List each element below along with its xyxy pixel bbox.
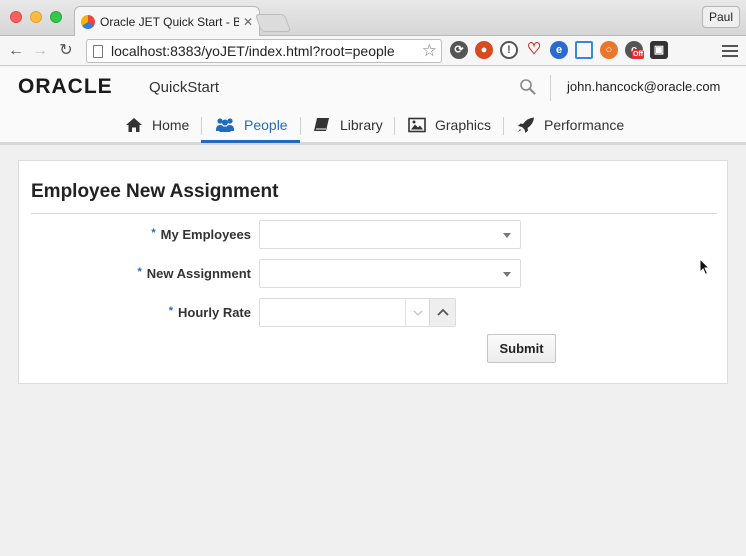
nav-performance-label: Performance [544,117,625,133]
required-marker: * [151,227,156,239]
nav-separator [300,117,301,135]
e-icon[interactable]: e [550,41,568,59]
chevron-down-icon[interactable] [503,272,511,277]
my-employees-label: * My Employees [151,227,251,242]
minimize-window-button[interactable] [30,11,42,23]
mouse-cursor-icon [699,258,711,276]
tab-close-icon[interactable]: ✕ [243,15,253,29]
required-marker: * [168,305,174,317]
nav-home-label: Home [152,117,190,133]
browser-toolbar: ← → ↻ localhost:8383/yoJET/index.html?ro… [0,36,746,66]
window-icon[interactable] [575,41,593,59]
profile-button[interactable]: Paul [701,6,740,28]
new-assignment-label-text: New Assignment [146,266,251,281]
nav-graphics[interactable]: Graphics [408,109,491,141]
cookie-off-badge: Off [632,50,645,59]
my-employees-label-text: My Employees [160,227,251,242]
browser-menu-icon[interactable] [722,42,738,58]
address-bar[interactable]: localhost:8383/yoJET/index.html?root=peo… [86,39,442,63]
header-divider [550,75,551,101]
reload-icon[interactable]: ↻ [56,41,76,61]
window-controls [10,11,62,23]
page-icon [93,44,103,58]
close-window-button[interactable] [10,11,22,23]
app-header: ORACLE QuickStart john.hancock@oracle.co… [0,67,746,145]
browser-tab[interactable]: Oracle JET Quick Start - Ba ✕ [74,6,260,36]
image-icon [408,117,426,133]
cookie-icon[interactable]: cOff [625,41,645,59]
book-icon [314,118,329,131]
title-divider [31,213,717,214]
people-icon [216,117,234,132]
browser-titlebar: Oracle JET Quick Start - Ba ✕ Paul [0,0,746,36]
hourly-rate-label-text: Hourly Rate [178,305,251,320]
search-icon[interactable] [519,78,537,96]
new-assignment-label: * New Assignment [137,266,251,281]
app-name: QuickStart [149,79,220,96]
chevron-down-icon [413,310,423,317]
bookmark-star-icon[interactable]: ☆ [422,41,437,61]
user-menu[interactable]: john.hancock@oracle.com [567,79,720,94]
nav-separator [394,117,395,135]
form-title: Employee New Assignment [31,181,279,202]
nav-performance[interactable]: Performance [517,109,624,141]
chevron-down-icon[interactable] [503,233,511,238]
zoom-window-button[interactable] [50,11,62,23]
new-tab-button[interactable] [254,14,292,32]
ublock-icon[interactable]: ● [475,41,493,59]
chevron-up-icon [437,308,449,316]
back-arrow-icon[interactable]: ← [6,41,26,61]
favicon-icon [81,14,95,29]
hourly-rate-spinner[interactable] [259,298,456,327]
nav-library-label: Library [340,117,383,133]
heart-icon[interactable]: ♡ [525,41,543,59]
nav-library[interactable]: Library [313,109,383,141]
tab-title: Oracle JET Quick Start - Ba [100,14,239,29]
required-marker: * [137,266,142,278]
url-text[interactable]: localhost:8383/yoJET/index.html?root=peo… [111,43,422,59]
hourly-rate-label: * Hourly Rate [169,305,251,320]
ghostery-icon[interactable]: ▣ [650,41,668,59]
onepassword-icon[interactable]: ! [500,41,518,59]
increment-button[interactable] [429,299,455,326]
decrement-button[interactable] [405,299,429,326]
app-root: ORACLE QuickStart john.hancock@oracle.co… [0,67,746,556]
forward-arrow-icon[interactable]: → [30,41,50,61]
submit-button[interactable]: Submit [487,334,556,363]
main-nav: Home People Library Graphics Performance [0,107,746,143]
home-icon [126,118,142,132]
oracle-logo: ORACLE [18,75,113,98]
nav-graphics-label: Graphics [435,117,492,133]
nav-separator [503,117,504,135]
nav-people-label: People [244,116,288,133]
nav-home[interactable]: Home [125,109,189,141]
nav-people[interactable]: People [201,109,300,143]
new-assignment-select[interactable] [259,259,521,288]
assignment-form-panel: Employee New Assignment * My Employees * N… [18,160,728,384]
extensions-bar: ⟳ ● ! ♡ e ○ cOff ▣ [450,41,668,59]
my-employees-select[interactable] [259,220,521,249]
lifebuoy-icon[interactable]: ○ [600,41,618,59]
sync-icon[interactable]: ⟳ [450,41,468,59]
rocket-icon [518,117,534,133]
